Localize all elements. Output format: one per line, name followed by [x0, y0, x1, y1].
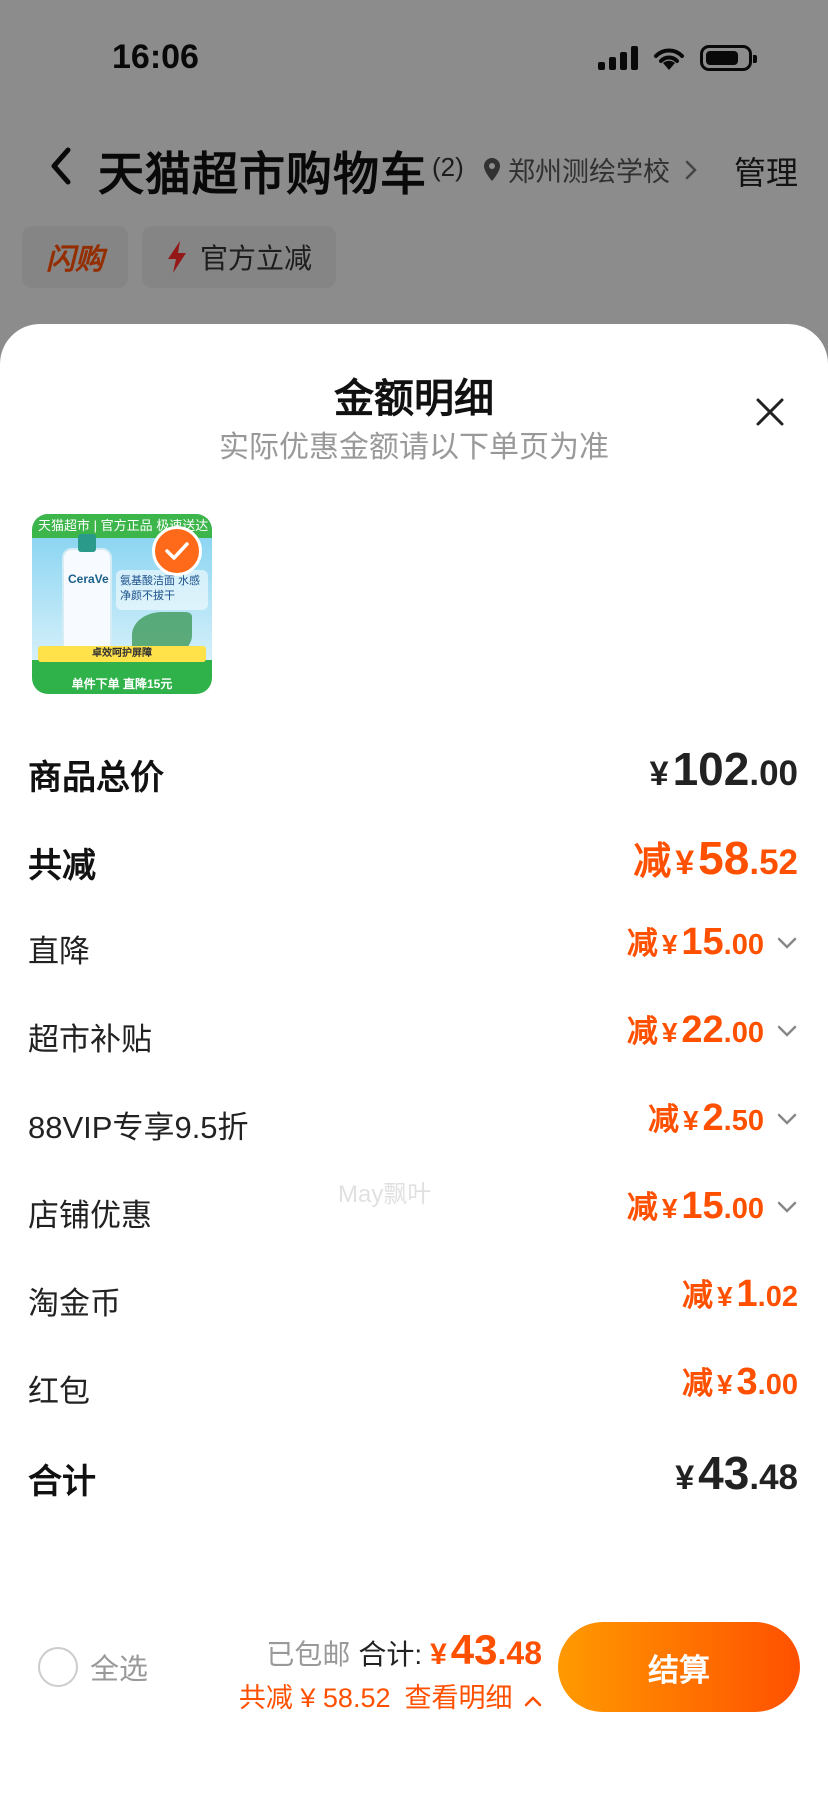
row-value: 减 ¥ 15 .00: [627, 918, 764, 964]
amount-rows: 商品总价 ¥ 102 .00 共减 减 ¥ 58 .52 直降 减 ¥ 15 .…: [0, 724, 828, 1516]
amount-decimal: .50: [723, 1105, 764, 1137]
row-label: 红包: [28, 1374, 90, 1409]
row-goods-total: 商品总价 ¥ 102 .00: [0, 724, 828, 812]
row-direct-discount[interactable]: 直降 减 ¥ 15 .00: [0, 900, 828, 988]
amount-integer: 102: [672, 743, 750, 795]
currency-symbol: ¥: [649, 755, 669, 793]
chevron-up-icon: [524, 1696, 542, 1707]
minus-prefix: 减: [626, 1014, 658, 1049]
chevron-down-icon[interactable]: [776, 1200, 798, 1214]
minus-prefix: 减: [647, 1102, 679, 1137]
minus-prefix: 减: [626, 1190, 658, 1225]
amount-decimal: .00: [723, 929, 764, 961]
amount-integer: 43: [698, 1447, 750, 1499]
row-red-packet: 红包 减 ¥ 3 .00: [0, 1340, 828, 1428]
currency-symbol: ¥: [661, 1017, 678, 1048]
amount-decimal: .48: [497, 1635, 542, 1671]
minus-prefix: 减: [633, 841, 672, 883]
select-all-radio[interactable]: [38, 1647, 78, 1687]
close-icon[interactable]: [754, 396, 786, 428]
price-summary: 已包邮 合计: ¥ 43 .48 共减 ¥ 58.52 查看明细: [239, 1626, 542, 1715]
row-value: 减 ¥ 3 .00: [682, 1358, 798, 1404]
amount-decimal: .02: [757, 1281, 798, 1313]
select-all-label: 全选: [90, 1654, 149, 1686]
minus-prefix: 减: [626, 926, 658, 961]
amount-integer: 1: [736, 1273, 758, 1315]
selected-check-icon[interactable]: [152, 526, 202, 576]
row-label: 合计: [28, 1463, 96, 1501]
row-total-discount: 共减 减 ¥ 58 .52: [0, 812, 828, 900]
row-value: 减 ¥ 22 .00: [627, 1006, 764, 1052]
amount-integer: 3: [736, 1361, 758, 1403]
amount-decimal: .00: [723, 1017, 764, 1049]
discount-summary: 共减 ¥ 58.52: [238, 1683, 391, 1713]
row-taojinbi: 淘金币 减 ¥ 1 .02: [0, 1252, 828, 1340]
row-value: ¥ 43 .48: [675, 1446, 798, 1500]
row-value: 减 ¥ 2 .50: [648, 1094, 764, 1140]
amount-integer: 22: [681, 1009, 724, 1051]
thumb-tagline: 氨基酸洁面 水感净颜不拔干: [116, 570, 208, 610]
amount-detail-sheet: 金额明细 实际优惠金额请以下单页为准 天猫超市 | 官方正品 极速送达 Cera…: [0, 324, 828, 1800]
row-label: 88VIP专享9.5折: [28, 1110, 249, 1145]
minus-prefix: 减: [681, 1278, 713, 1313]
row-88vip-discount[interactable]: 88VIP专享9.5折 减 ¥ 2 .50: [0, 1076, 828, 1164]
row-value: 减 ¥ 58 .52: [633, 830, 798, 885]
row-label: 共减: [28, 847, 96, 885]
chevron-down-icon[interactable]: [776, 1112, 798, 1126]
row-value: 减 ¥ 15 .00: [627, 1182, 764, 1228]
sheet-subtitle: 实际优惠金额请以下单页为准: [219, 431, 609, 464]
minus-prefix: 减: [681, 1366, 713, 1401]
amount-decimal: .00: [723, 1193, 764, 1225]
summary-total-line: 已包邮 合计: ¥ 43 .48: [239, 1626, 542, 1674]
row-label: 超市补贴: [28, 1022, 152, 1057]
sheet-title: 金额明细: [334, 377, 494, 421]
thumb-footer: 卓效呵护屏障 单件下单 直降15元: [32, 646, 212, 694]
row-supermarket-subsidy[interactable]: 超市补贴 减 ¥ 22 .00: [0, 988, 828, 1076]
amount-decimal: .52: [749, 843, 798, 882]
amount-decimal: .48: [749, 1458, 798, 1497]
total-label: 合计:: [358, 1639, 423, 1670]
checkout-button[interactable]: 结算: [558, 1622, 800, 1712]
amount-integer: 43: [450, 1626, 498, 1673]
summary-discount-line: 共减 ¥ 58.52 查看明细: [239, 1676, 542, 1715]
currency-symbol: ¥: [716, 1281, 733, 1312]
thumb-footer-tag: 卓效呵护屏障: [38, 646, 206, 662]
currency-symbol: ¥: [675, 1459, 695, 1497]
free-shipping-label: 已包邮: [266, 1639, 351, 1670]
row-label: 淘金币: [28, 1286, 121, 1321]
chevron-down-icon[interactable]: [776, 936, 798, 950]
select-all-toggle[interactable]: 全选: [38, 1646, 148, 1688]
chevron-down-icon[interactable]: [776, 1024, 798, 1038]
total-amount: ¥ 43 .48: [430, 1626, 542, 1674]
row-value: 减 ¥ 1 .02: [682, 1270, 798, 1316]
currency-symbol: ¥: [675, 844, 695, 882]
currency-symbol: ¥: [661, 1193, 678, 1224]
amount-integer: 15: [681, 921, 724, 963]
product-brand: CeraVe: [68, 572, 109, 586]
amount-integer: 15: [681, 1185, 724, 1227]
row-label: 店铺优惠: [28, 1198, 152, 1233]
row-value: ¥ 102 .00: [650, 742, 798, 796]
view-detail-label: 查看明细: [404, 1683, 513, 1713]
row-label: 商品总价: [28, 759, 164, 797]
checkout-bar: 全选 已包邮 合计: ¥ 43 .48 共减 ¥ 58.52 查看明细 结算: [0, 1620, 828, 1720]
row-label: 直降: [28, 934, 90, 969]
amount-decimal: .00: [749, 754, 798, 793]
view-detail-link[interactable]: 查看明细: [404, 1676, 542, 1715]
thumb-footer-text: 单件下单 直降15元: [71, 677, 173, 691]
currency-symbol: ¥: [661, 929, 678, 960]
amount-decimal: .00: [757, 1369, 798, 1401]
row-grand-total: 合计 ¥ 43 .48: [0, 1428, 828, 1516]
amount-integer: 2: [702, 1097, 724, 1139]
amount-integer: 58: [698, 832, 750, 884]
currency-symbol: ¥: [682, 1105, 699, 1136]
currency-symbol: ¥: [716, 1369, 733, 1400]
watermark: May飘叶: [338, 1181, 432, 1208]
currency-symbol: ¥: [430, 1638, 447, 1671]
